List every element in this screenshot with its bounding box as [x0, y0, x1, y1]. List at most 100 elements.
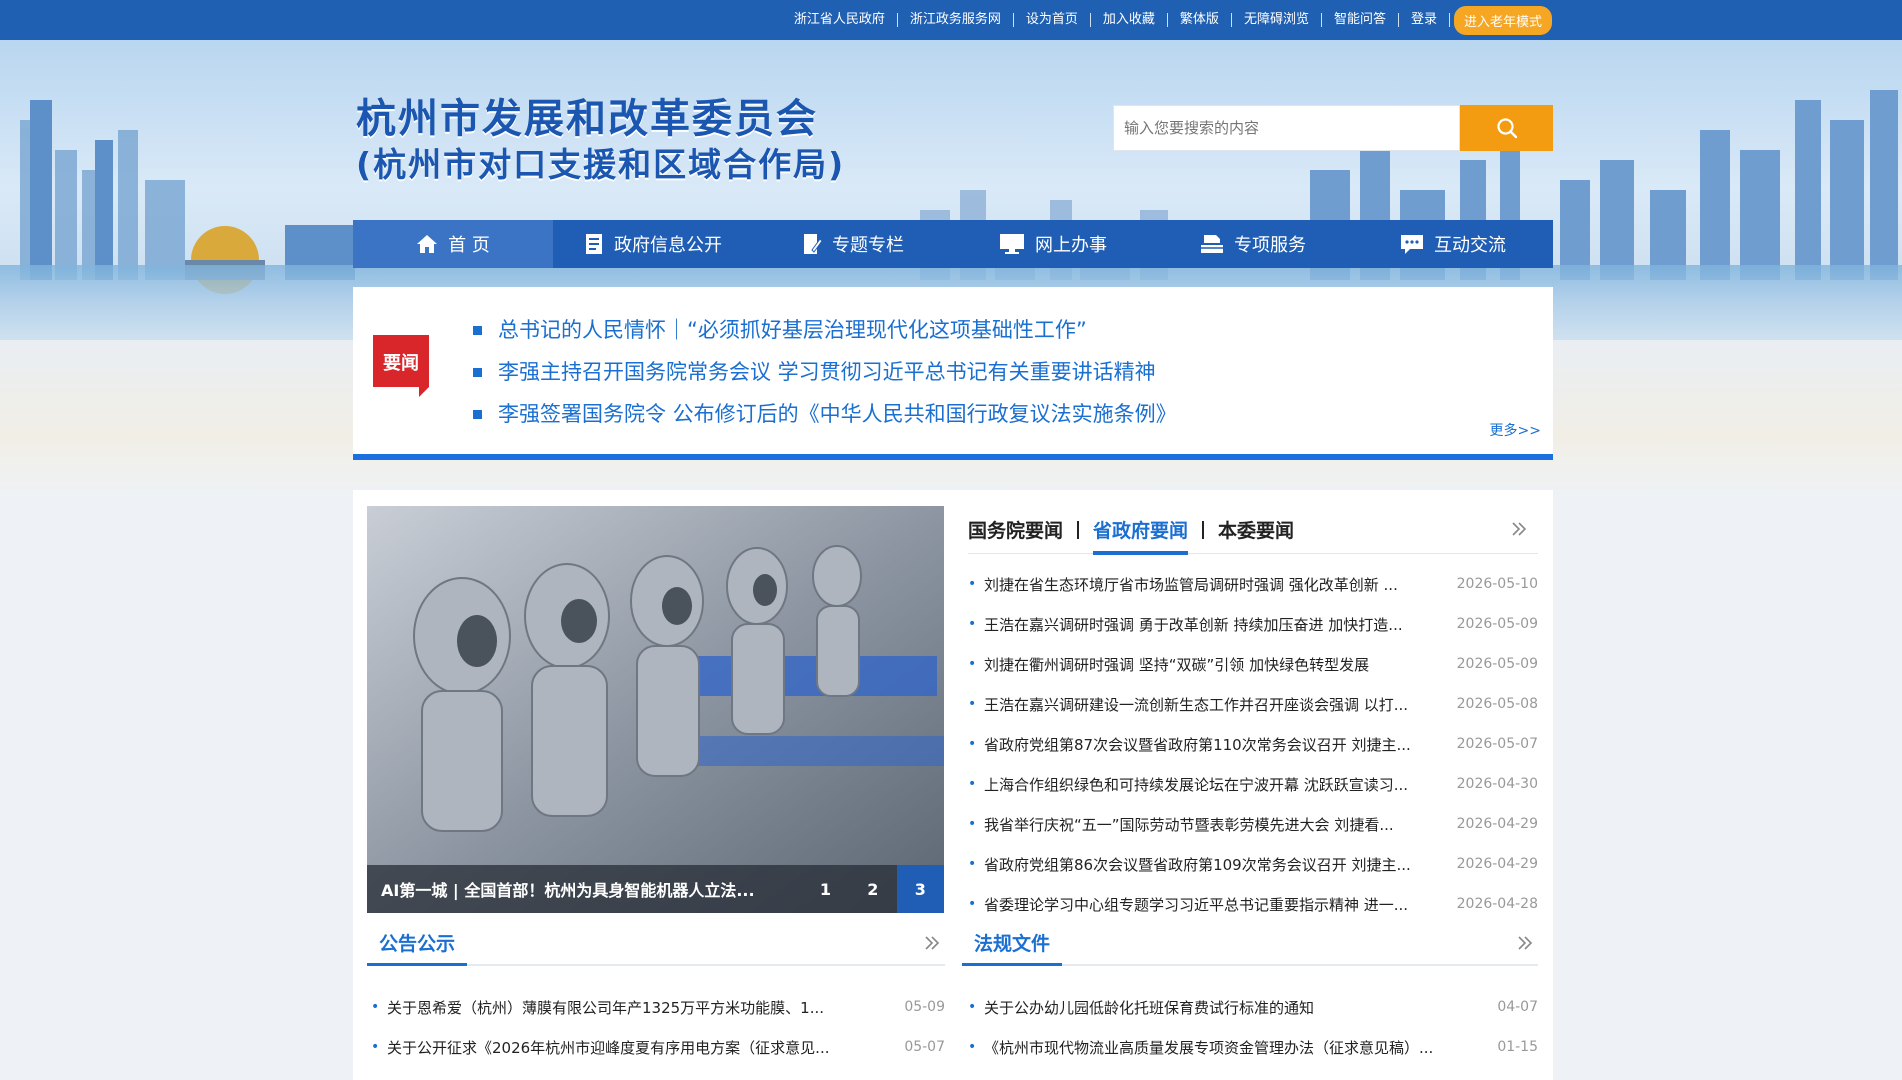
- image-carousel[interactable]: AI第一城 | 全国首部！杭州为具身智能机器人立法... 1 2 3: [367, 506, 944, 913]
- regulations-header: 法规文件: [962, 922, 1538, 966]
- carousel-caption[interactable]: AI第一城 | 全国首部！杭州为具身智能机器人立法...: [367, 877, 802, 901]
- tab-provincial-gov[interactable]: 省政府要闻: [1093, 506, 1202, 555]
- notice-item[interactable]: • 关于恩希爱（杭州）薄膜有限公司年产1325万平方米功能膜、1... 05-09: [371, 987, 945, 1027]
- bullet-dot: •: [968, 856, 977, 872]
- site-title: 杭州市发展和改革委员会 (杭州市对口支援和区域合作局): [356, 95, 845, 187]
- bullet-dot: •: [968, 616, 977, 632]
- link-accessibility[interactable]: 无障碍浏览: [1232, 13, 1322, 27]
- news-item[interactable]: • 上海合作组织绿色和可持续发展论坛在宁波开幕 沈跃跃宣读习... 2026-04-…: [968, 764, 1538, 804]
- news-item[interactable]: • 省政府党组第86次会议暨省政府第109次常务会议召开 刘捷主... 2026-0…: [968, 844, 1538, 884]
- link-login[interactable]: 登录: [1399, 13, 1450, 27]
- nav-special-topics[interactable]: 专题专栏: [753, 220, 953, 268]
- notice-date: 05-09: [904, 999, 945, 1015]
- nav-home[interactable]: 首 页: [353, 220, 553, 268]
- news-tabs: 国务院要闻 省政府要闻 本委要闻: [968, 506, 1538, 555]
- tab-commission[interactable]: 本委要闻: [1218, 506, 1308, 554]
- news-title: 王浩在嘉兴调研时强调 勇于改革创新 持续加压奋进 加快打造...: [984, 615, 1403, 634]
- headline-item[interactable]: 李强签署国务院令 公布修订后的《中华人民共和国行政复议法实施条例》: [473, 393, 1177, 435]
- search-button[interactable]: [1460, 105, 1553, 151]
- edit-document-icon: [804, 234, 822, 254]
- news-title: 我省举行庆祝“五一”国际劳动节暨表彰劳模先进大会 刘捷看...: [984, 815, 1394, 834]
- document-list-icon: [586, 234, 602, 254]
- news-item[interactable]: • 省委理论学习中心组专题学习习近平总书记重要指示精神 进一... 2026-04-…: [968, 884, 1538, 924]
- headline-badge: 要闻: [373, 335, 429, 397]
- regulations-title[interactable]: 法规文件: [962, 922, 1063, 966]
- news-item[interactable]: • 刘捷在省生态环境厅省市场监管局调研时强调 强化改革创新 ... 2026-05-…: [968, 564, 1538, 604]
- link-zhejiang-gov[interactable]: 浙江省人民政府: [782, 13, 898, 27]
- news-title: 刘捷在省生态环境厅省市场监管局调研时强调 强化改革创新 ...: [984, 575, 1398, 594]
- regulations-list: • 关于公办幼儿园低龄化托班保育费试行标准的通知 04-07 • 《杭州市现代物流业高…: [968, 987, 1538, 1067]
- regulation-title: 关于公办幼儿园低龄化托班保育费试行标准的通知: [984, 998, 1315, 1017]
- headline-badge-label: 要闻: [383, 352, 419, 374]
- link-set-homepage[interactable]: 设为首页: [1014, 13, 1091, 27]
- notice-item[interactable]: • 关于公开征求《2026年杭州市迎峰度夏有序用电方案（征求意见... 05-07: [371, 1027, 945, 1067]
- elder-mode-button[interactable]: 进入老年模式: [1453, 5, 1552, 35]
- news-date: 2026-05-08: [1456, 696, 1538, 712]
- news-date: 2026-04-30: [1456, 776, 1538, 792]
- top-links: 浙江省人民政府 浙江政务服务网 设为首页 加入收藏 繁体版 无障碍浏览 智能问答…: [782, 0, 1552, 40]
- news-date: 2026-05-10: [1456, 576, 1538, 592]
- news-item[interactable]: • 省政府党组第87次会议暨省政府第110次常务会议召开 刘捷主... 2026-0…: [968, 724, 1538, 764]
- headline-list: 总书记的人民情怀｜“必须抓好基层治理现代化这项基础性工作” 李强主持召开国务院常…: [473, 309, 1177, 435]
- bullet-dot: •: [968, 896, 977, 912]
- regulation-date: 04-07: [1497, 999, 1538, 1015]
- news-title: 省政府党组第87次会议暨省政府第110次常务会议召开 刘捷主...: [984, 735, 1411, 754]
- notices-list: • 关于恩希爱（杭州）薄膜有限公司年产1325万平方米功能膜、1... 05-09 …: [371, 987, 945, 1067]
- main-nav: 首 页 政府信息公开 专题专栏 网上办事 专项服务 互动交流: [353, 220, 1553, 268]
- notice-title: 关于恩希爱（杭州）薄膜有限公司年产1325万平方米功能膜、1...: [387, 998, 825, 1017]
- notice-date: 05-07: [904, 1039, 945, 1055]
- headline-more-link[interactable]: 更多>>: [1490, 420, 1541, 440]
- bullet-dot: •: [968, 816, 977, 832]
- nav-online-service-label: 网上办事: [1035, 235, 1107, 256]
- news-title: 王浩在嘉兴调研建设一流创新生态工作并召开座谈会强调 以打...: [984, 695, 1409, 714]
- link-zhejiang-service[interactable]: 浙江政务服务网: [898, 13, 1014, 27]
- news-date: 2026-04-29: [1456, 856, 1538, 872]
- news-item[interactable]: • 刘捷在衢州调研时强调 坚持“双碳”引领 加快绿色转型发展 2026-05-09: [968, 644, 1538, 684]
- regulation-item[interactable]: • 《杭州市现代物流业高质量发展专项资金管理办法（征求意见稿）... 01-15: [968, 1027, 1538, 1067]
- nav-special-service[interactable]: 专项服务: [1153, 220, 1353, 268]
- notices-title[interactable]: 公告公示: [367, 922, 468, 966]
- chat-icon: [1401, 235, 1423, 254]
- carousel-caption-bar: AI第一城 | 全国首部！杭州为具身智能机器人立法... 1 2 3: [367, 865, 944, 913]
- bullet-dot: •: [968, 736, 977, 752]
- carousel-page-3[interactable]: 3: [896, 865, 944, 913]
- nav-interaction-label: 互动交流: [1434, 235, 1506, 256]
- regulation-item[interactable]: • 关于公办幼儿园低龄化托班保育费试行标准的通知 04-07: [968, 987, 1538, 1027]
- carousel-page-1[interactable]: 1: [802, 865, 849, 913]
- news-item[interactable]: • 王浩在嘉兴调研时强调 勇于改革创新 持续加压奋进 加快打造... 2026-05…: [968, 604, 1538, 644]
- headline-item-text: 李强签署国务院令 公布修订后的《中华人民共和国行政复议法实施条例》: [498, 402, 1177, 426]
- search-input[interactable]: [1113, 105, 1460, 151]
- double-chevron-right-icon[interactable]: [1516, 934, 1534, 952]
- news-date: 2026-04-28: [1456, 896, 1538, 912]
- headline-item[interactable]: 李强主持召开国务院常务会议 学习贯彻习近平总书记有关重要讲话精神: [473, 351, 1177, 393]
- nav-interaction[interactable]: 互动交流: [1353, 220, 1553, 268]
- link-add-favorite[interactable]: 加入收藏: [1091, 13, 1168, 27]
- bullet-dot: •: [968, 696, 977, 712]
- nav-online-service[interactable]: 网上办事: [953, 220, 1153, 268]
- notice-title: 关于公开征求《2026年杭州市迎峰度夏有序用电方案（征求意见...: [387, 1038, 830, 1057]
- double-chevron-right-icon[interactable]: [923, 934, 941, 952]
- regulation-title: 《杭州市现代物流业高质量发展专项资金管理办法（征求意见稿）...: [984, 1038, 1434, 1057]
- news-title: 省政府党组第86次会议暨省政府第109次常务会议召开 刘捷主...: [984, 855, 1411, 874]
- nav-special-service-label: 专项服务: [1234, 235, 1306, 256]
- link-traditional[interactable]: 繁体版: [1168, 13, 1232, 27]
- tab-state-council[interactable]: 国务院要闻: [968, 506, 1077, 554]
- headline-item-text: 总书记的人民情怀｜“必须抓好基层治理现代化这项基础性工作”: [498, 318, 1087, 342]
- carousel-page-2[interactable]: 2: [849, 865, 896, 913]
- headline-item[interactable]: 总书记的人民情怀｜“必须抓好基层治理现代化这项基础性工作”: [473, 309, 1177, 351]
- main-content: AI第一城 | 全国首部！杭州为具身智能机器人立法... 1 2 3 国务院要闻…: [353, 490, 1553, 1080]
- bullet-square: [473, 325, 482, 335]
- site-title-main: 杭州市发展和改革委员会: [356, 96, 818, 142]
- regulation-date: 01-15: [1497, 1039, 1538, 1055]
- link-smart-qa[interactable]: 智能问答: [1322, 13, 1399, 27]
- news-item[interactable]: • 王浩在嘉兴调研建设一流创新生态工作并召开座谈会强调 以打... 2026-05-…: [968, 684, 1538, 724]
- nav-gov-info[interactable]: 政府信息公开: [553, 220, 753, 268]
- news-date: 2026-04-29: [1456, 816, 1538, 832]
- bullet-dot: •: [968, 576, 977, 592]
- double-chevron-right-icon[interactable]: [1510, 520, 1528, 538]
- news-item[interactable]: • 我省举行庆祝“五一”国际劳动节暨表彰劳模先进大会 刘捷看... 2026-04-…: [968, 804, 1538, 844]
- bullet-dot: •: [968, 776, 977, 792]
- nav-home-label: 首 页: [448, 235, 490, 256]
- bullet-square: [473, 409, 482, 419]
- robot-photo: [367, 506, 944, 913]
